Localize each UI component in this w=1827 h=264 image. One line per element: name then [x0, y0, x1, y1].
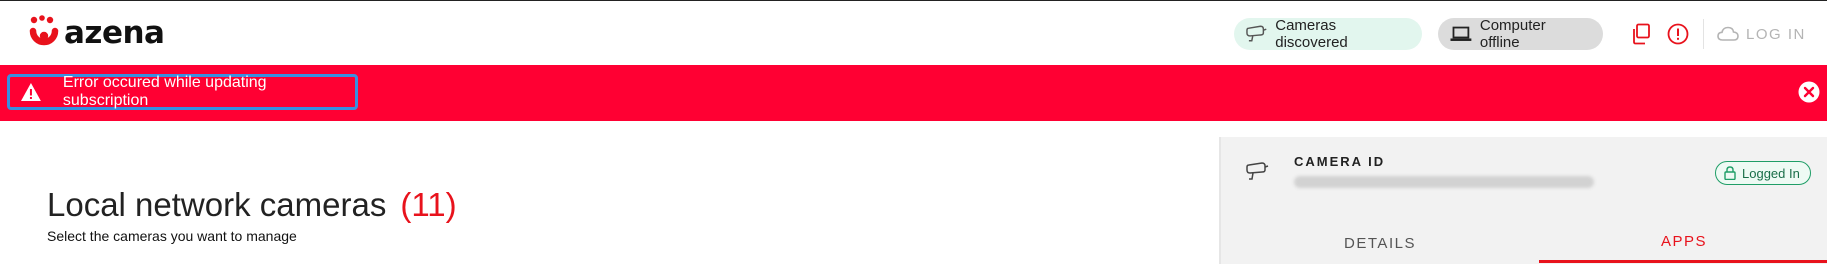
tab-apps[interactable]: APPS — [1539, 223, 1827, 263]
status-badge-label: Logged In — [1742, 165, 1800, 181]
error-banner: Error occured while updating subscriptio… — [0, 65, 1827, 121]
camera-id-label: CAMERA ID — [1294, 154, 1386, 169]
cloud-icon — [1717, 26, 1739, 41]
page-subtitle: Select the cameras you want to manage — [47, 228, 297, 244]
page-title: Local network cameras (11) — [47, 186, 457, 224]
login-label: LOG IN — [1746, 25, 1806, 43]
app-page: azena Cameras discovered Computer offlin… — [0, 0, 1827, 264]
camera-icon — [1246, 25, 1267, 42]
logo-text: azena — [64, 15, 165, 51]
cameras-discovered-label: Cameras discovered — [1275, 17, 1348, 51]
copy-button[interactable] — [1628, 21, 1654, 47]
header-divider — [1703, 19, 1704, 49]
top-header: azena Cameras discovered Computer offlin… — [0, 0, 1827, 65]
status-badge: Logged In — [1715, 161, 1811, 185]
camera-icon — [1246, 162, 1269, 180]
page-title-text: Local network cameras — [47, 186, 387, 223]
lock-icon — [1724, 166, 1736, 180]
camera-count: (11) — [400, 186, 457, 223]
error-text: Error occured while updating subscriptio… — [62, 74, 267, 109]
camera-id-value-redacted — [1294, 176, 1594, 188]
copy-icon — [1633, 23, 1650, 45]
computer-offline-status[interactable]: Computer offline — [1438, 17, 1603, 51]
login-button[interactable]: LOG IN — [1717, 19, 1806, 49]
info-icon — [1667, 23, 1689, 45]
computer-offline-label: Computer offline — [1479, 17, 1546, 51]
cameras-discovered-status[interactable]: Cameras discovered — [1234, 17, 1422, 51]
laptop-icon — [1450, 26, 1472, 41]
info-button[interactable] — [1665, 21, 1691, 47]
logo-mark-icon — [29, 15, 59, 46]
error-message[interactable]: Error occured while updating subscriptio… — [7, 74, 358, 110]
warning-icon — [20, 83, 41, 101]
logo[interactable]: azena — [28, 15, 165, 51]
camera-detail-panel: CAMERA ID Logged In DETAILS APPS — [1219, 137, 1827, 264]
tab-details[interactable]: DETAILS — [1221, 223, 1539, 263]
close-icon[interactable] — [1798, 81, 1820, 103]
